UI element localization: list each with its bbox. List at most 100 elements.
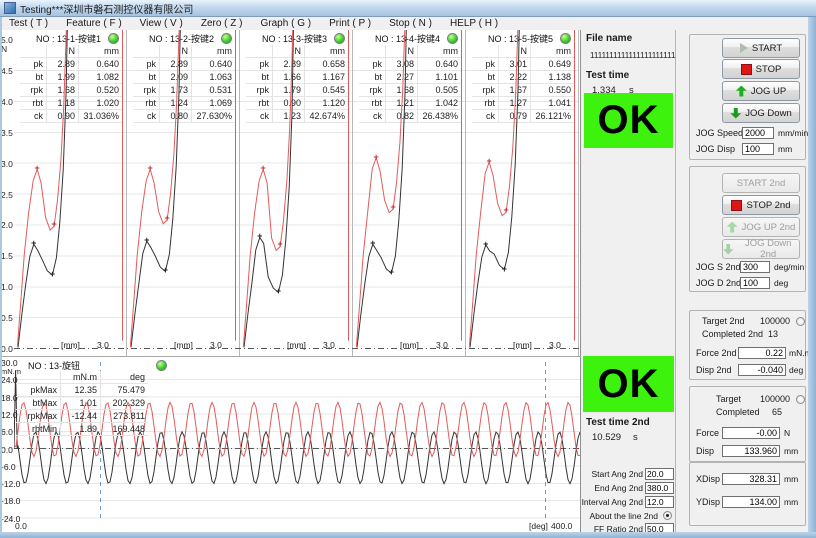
ydisp-input[interactable]: [722, 496, 780, 508]
window-border-bottom: [0, 532, 816, 538]
interval-ang-row: Interval Ang 2nd: [581, 496, 676, 509]
row-label: pkMax: [16, 384, 60, 397]
jog-s-2nd-row: JOG S 2nd deg/min: [694, 261, 803, 275]
xdisp-input[interactable]: [722, 473, 780, 485]
xdisp-label: XDisp: [696, 473, 720, 486]
y-tick: 0.0: [1, 445, 13, 455]
end-ang-input[interactable]: [645, 482, 674, 494]
cell-value: 1.138: [530, 71, 574, 84]
menu-bar: Test ( T )Feature ( F )View ( V )Zero ( …: [0, 17, 816, 31]
test-time2-value: 10.529: [592, 432, 621, 443]
y-tick: 1.5: [1, 251, 13, 261]
target-2nd-radio[interactable]: [796, 317, 805, 326]
menu-item-5[interactable]: Graph ( G ): [252, 17, 321, 30]
cell-value: 1.79: [272, 84, 304, 97]
cell-value: 1.89: [60, 423, 100, 436]
cell-value: 2.09: [159, 71, 191, 84]
file-name-label: File name: [586, 33, 632, 44]
interval-ang-input[interactable]: [645, 496, 674, 508]
target-2nd-row: Target 2nd 100000: [694, 315, 803, 329]
cell-value: 1.042: [417, 97, 461, 110]
disp-unit: mm: [784, 445, 798, 458]
cell-value: 1.66: [272, 71, 304, 84]
status-ok-1: OK: [584, 93, 673, 148]
menu-item-4[interactable]: Zero ( Z ): [192, 17, 252, 30]
jog-d-2nd-input[interactable]: [740, 277, 770, 289]
stats-table: Nmmpk3.080.640bt2.271.101rpk1.680.505rbt…: [359, 45, 461, 123]
cell-value: 202.329: [100, 397, 148, 410]
cell-value: 1.27: [498, 97, 530, 110]
disp-2nd-unit: deg: [789, 364, 803, 377]
button-charts-area: NO : 13-1-按键1Nmmpk2.890.640bt1.991.082rp…: [0, 30, 581, 356]
row-label: rpk: [359, 84, 385, 97]
row-label: pk: [472, 58, 498, 71]
menu-item-7[interactable]: Stop ( N ): [380, 17, 441, 30]
row-label: ck: [133, 110, 159, 123]
row-label: rpk: [246, 84, 272, 97]
jog-speed-unit: mm/min: [778, 127, 808, 140]
y-tick: 1.0: [1, 282, 13, 292]
jog-disp-input[interactable]: [742, 143, 774, 155]
disp-2nd-input[interactable]: [738, 364, 786, 376]
cell-value: N: [46, 45, 78, 58]
cell-value: 0.505: [417, 84, 461, 97]
menu-item-3[interactable]: View ( V ): [131, 17, 192, 30]
target-2nd-value: 100000: [750, 315, 790, 328]
cursor-line-end[interactable]: [545, 362, 546, 522]
stop-2nd-button[interactable]: STOP 2nd: [722, 195, 800, 215]
start-ang-input[interactable]: [645, 468, 674, 480]
stats-table: mN.mdegpkMax12.3575.479btMax1.01202.329r…: [16, 371, 148, 436]
target-radio[interactable]: [796, 395, 805, 404]
title-bar[interactable]: Testing***深圳市磐石测控仪器有限公司: [0, 0, 816, 17]
y-tick: -24.0: [1, 514, 20, 524]
cell-value: 1.24: [159, 97, 191, 110]
about-line-radio[interactable]: [663, 511, 672, 520]
chart-title: NO : 13-1-按键1: [36, 32, 101, 45]
jog-down-2nd-button[interactable]: JOG Down 2nd: [722, 239, 800, 259]
start-ang-label: Start Ang 2nd: [591, 468, 643, 480]
cell-value: 0.640: [78, 58, 122, 71]
disp-input[interactable]: [722, 445, 780, 457]
menu-item-2[interactable]: Feature ( F ): [57, 17, 131, 30]
target-value: 100000: [750, 393, 790, 406]
jog-s-2nd-input[interactable]: [740, 261, 770, 273]
jog-up-2nd-button[interactable]: JOG UP 2nd: [722, 217, 800, 237]
start-button-label: START: [752, 43, 782, 54]
force-2nd-input[interactable]: [738, 347, 786, 359]
target-label: Target: [716, 393, 741, 406]
force-unit: N: [784, 427, 790, 440]
jog-up-button[interactable]: JOG UP: [722, 81, 800, 101]
about-line-label: About the line 2nd: [589, 510, 658, 522]
status-dot-icon: [560, 33, 571, 44]
jog-speed-input[interactable]: [742, 127, 774, 139]
menu-item-8[interactable]: HELP ( H ): [441, 17, 507, 30]
cell-value: 1.167: [304, 71, 348, 84]
menu-item-1[interactable]: Test ( T ): [0, 17, 57, 30]
jog-disp-unit: mm: [778, 143, 792, 156]
row-label: rbt: [246, 97, 272, 110]
cell-value: -12.44: [60, 410, 100, 423]
button-chart-panel-1: NO : 13-1-按键1Nmmpk2.890.640bt1.991.082rp…: [14, 30, 127, 356]
cell-value: mm: [417, 45, 461, 58]
menu-item-6[interactable]: Print ( P ): [320, 17, 380, 30]
status-dot-icon: [334, 33, 345, 44]
start-2nd-button[interactable]: START 2nd: [722, 173, 800, 193]
cell-value: mm: [304, 45, 348, 58]
cell-value: 1.73: [159, 84, 191, 97]
completed-2nd-label: Completed 2nd: [702, 328, 763, 341]
about-line-row: About the line 2nd: [581, 510, 676, 523]
y-tick: 4.5: [1, 66, 13, 76]
zero-axis-line: [14, 448, 580, 449]
force-input[interactable]: [722, 427, 780, 439]
jog-s-2nd-label: JOG S 2nd: [696, 261, 741, 274]
jog-down-button[interactable]: JOG Down: [722, 103, 800, 123]
interval-ang-label: Interval Ang 2nd: [582, 496, 643, 508]
row-label: [472, 45, 498, 58]
stop-button[interactable]: STOP: [722, 59, 800, 79]
cell-value: 0.79: [498, 110, 530, 123]
stats-table: Nmmpk2.890.640bt1.991.082rpk1.680.520rbt…: [20, 45, 122, 123]
row-label: rbtMin: [16, 423, 60, 436]
cell-value: N: [385, 45, 417, 58]
start-button[interactable]: START: [722, 38, 800, 58]
arrow-down-icon: [730, 108, 741, 119]
